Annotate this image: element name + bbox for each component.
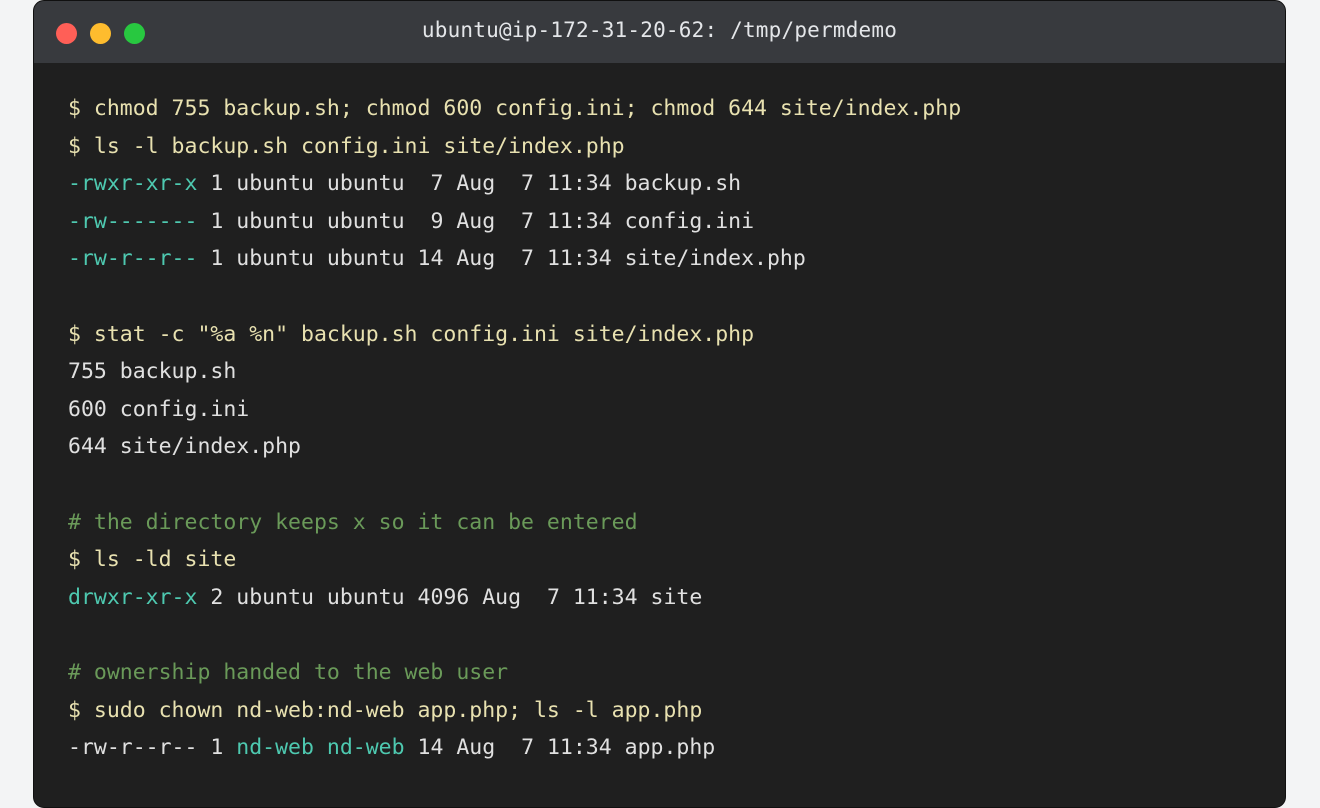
terminal-segment-perm: nd-web	[236, 735, 314, 761]
terminal-segment-plain: 755 backup.sh	[68, 359, 237, 385]
terminal-line: drwxr-xr-x 2 ubuntu ubuntu 4096 Aug 7 11…	[68, 579, 1265, 617]
terminal-segment-plain: 1 ubuntu ubuntu 7 Aug 7 11:34 backup.sh	[197, 171, 742, 197]
terminal-segment-plain: -rw-r--r-- 1	[68, 735, 237, 761]
terminal-line: $ stat -c "%a %n" backup.sh config.ini s…	[68, 316, 1265, 354]
terminal-line: # ownership handed to the web user	[68, 654, 1265, 692]
terminal-segment-cmd: $ sudo chown nd-web:nd-web app.php; ls -…	[68, 697, 703, 723]
terminal-segment-plain: 644 site/index.php	[68, 434, 301, 460]
terminal-line: 644 site/index.php	[68, 428, 1265, 466]
terminal-line: -rwxr-xr-x 1 ubuntu ubuntu 7 Aug 7 11:34…	[68, 165, 1265, 203]
terminal-window: ubuntu@ip-172-31-20-62: /tmp/permdemo $ …	[33, 0, 1286, 808]
terminal-line: -rw------- 1 ubuntu ubuntu 9 Aug 7 11:34…	[68, 203, 1265, 241]
terminal-segment-perm: -rw-r--r--	[68, 246, 198, 272]
terminal-segment-perm: -rwxr-xr-x	[68, 171, 198, 197]
window-title: ubuntu@ip-172-31-20-62: /tmp/permdemo	[421, 18, 898, 42]
terminal-segment-plain: 1 ubuntu ubuntu 14 Aug 7 11:34 site/inde…	[197, 246, 806, 272]
terminal-output[interactable]: $ chmod 755 backup.sh; chmod 600 config.…	[68, 90, 1265, 767]
terminal-line: $ chmod 755 backup.sh; chmod 600 config.…	[68, 90, 1265, 128]
terminal-segment-comment: # ownership handed to the web user	[68, 659, 509, 685]
terminal-segment-cmd: $ stat -c "%a %n" backup.sh config.ini s…	[68, 321, 755, 347]
terminal-segment-plain: 2 ubuntu ubuntu 4096 Aug 7 11:34 site	[197, 584, 703, 610]
terminal-line: $ ls -ld site	[68, 541, 1265, 579]
terminal-segment-perm: -rw-------	[68, 208, 198, 234]
terminal-line: 600 config.ini	[68, 391, 1265, 429]
terminal-segment-plain: 600 config.ini	[68, 396, 250, 422]
terminal-segment-cmd: $ ls -ld site	[68, 547, 237, 573]
title-bar: ubuntu@ip-172-31-20-62: /tmp/permdemo	[34, 1, 1285, 63]
terminal-segment-plain	[314, 735, 327, 760]
terminal-segment-perm: nd-web	[326, 735, 405, 761]
terminal-segment-comment: # the directory keeps x so it can be ent…	[68, 509, 638, 535]
terminal-line: $ sudo chown nd-web:nd-web app.php; ls -…	[68, 692, 1265, 730]
terminal-segment-cmd: $ chmod 755 backup.sh; chmod 600 config.…	[68, 96, 962, 121]
terminal-line: $ ls -l backup.sh config.ini site/index.…	[68, 128, 1265, 166]
terminal-segment-perm: drwxr-xr-x	[68, 584, 198, 610]
terminal-segment-plain: 1 ubuntu ubuntu 9 Aug 7 11:34 config.ini	[197, 208, 755, 234]
terminal-segment-plain: 14 Aug 7 11:34 app.php	[404, 735, 716, 761]
terminal-line: -rw-r--r-- 1 ubuntu ubuntu 14 Aug 7 11:3…	[68, 240, 1265, 278]
terminal-line: -rw-r--r-- 1 nd-web nd-web 14 Aug 7 11:3…	[68, 729, 1265, 767]
terminal-segment-cmd: $ ls -l backup.sh config.ini site/index.…	[68, 133, 625, 159]
terminal-line: 755 backup.sh	[68, 353, 1265, 391]
terminal-line: # the directory keeps x so it can be ent…	[68, 504, 1265, 542]
